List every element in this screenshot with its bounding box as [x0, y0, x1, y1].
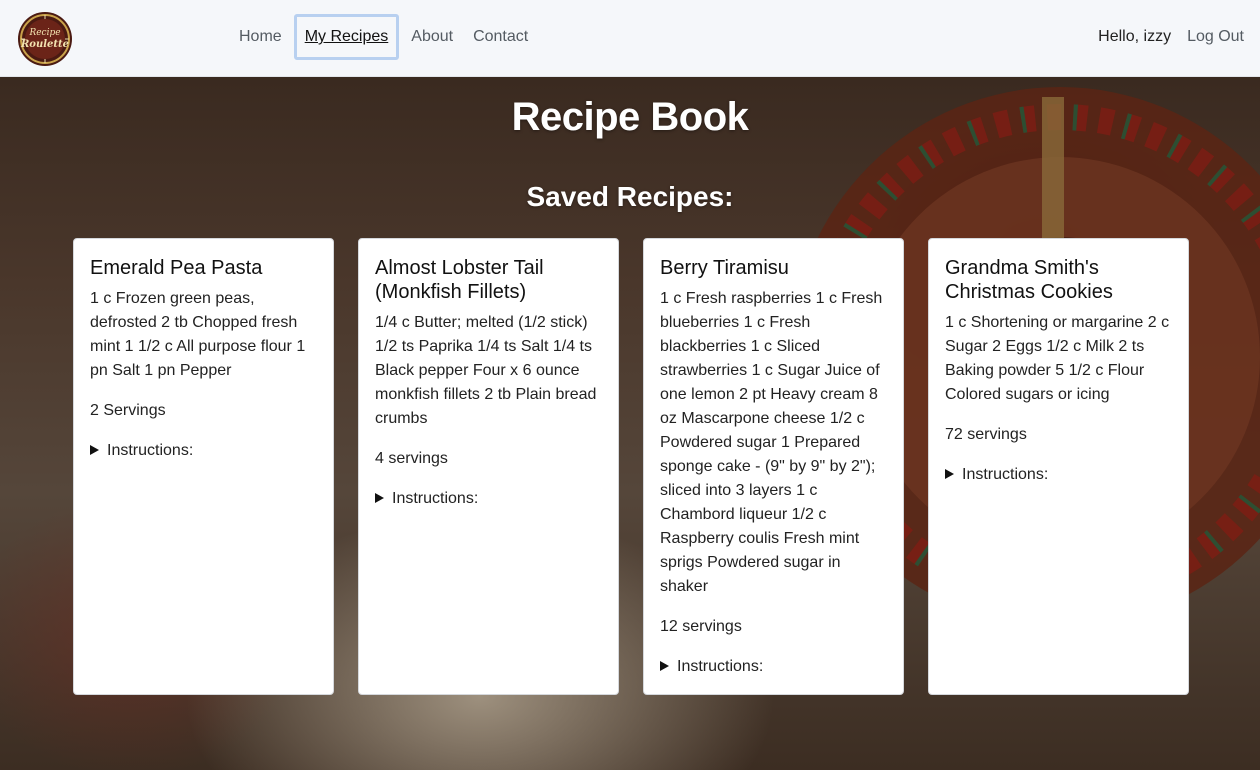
- recipe-title: Grandma Smith's Christmas Cookies: [945, 257, 1113, 303]
- svg-text:Recipe: Recipe: [28, 28, 60, 38]
- recipe-servings: 72 servings: [945, 426, 1027, 443]
- user-area: Hello, izzy Log Out: [1098, 14, 1244, 60]
- recipe-servings: 12 servings: [660, 618, 742, 635]
- svg-text:Roulette: Roulette: [20, 39, 69, 50]
- logout-link[interactable]: Log Out: [1187, 28, 1244, 46]
- page-subtitle: Saved Recipes:: [526, 181, 734, 212]
- instructions-label: Instructions:: [962, 466, 1049, 483]
- instructions-label: Instructions:: [677, 658, 764, 675]
- nav-about[interactable]: About: [401, 14, 463, 60]
- recipe-card: Berry Tiramisu 1 c Fresh raspberries 1 c…: [643, 238, 904, 695]
- instructions-toggle[interactable]: Instructions:: [375, 487, 602, 511]
- disclosure-triangle-icon: [90, 445, 99, 455]
- nav-home[interactable]: Home: [229, 14, 292, 60]
- navbar: Recipe Roulette Home My Recipes About Co…: [0, 0, 1260, 77]
- instructions-toggle[interactable]: Instructions:: [90, 439, 317, 463]
- recipe-card: Emerald Pea Pasta 1 c Frozen green peas,…: [73, 238, 334, 695]
- recipe-ingredients: 1/4 c Butter; melted (1/2 stick) 1/2 ts …: [375, 314, 597, 427]
- page-title: Recipe Book: [511, 95, 749, 139]
- nav-my-recipes[interactable]: My Recipes: [293, 14, 400, 60]
- site-logo[interactable]: Recipe Roulette: [16, 10, 74, 68]
- instructions-label: Instructions:: [392, 490, 479, 507]
- recipe-ingredients: 1 c Shortening or margarine 2 c Sugar 2 …: [945, 314, 1170, 403]
- disclosure-triangle-icon: [660, 661, 669, 671]
- recipe-card: Grandma Smith's Christmas Cookies 1 c Sh…: [928, 238, 1189, 695]
- disclosure-triangle-icon: [375, 493, 384, 503]
- recipe-ingredients: 1 c Fresh raspberries 1 c Fresh blueberr…: [660, 290, 883, 595]
- recipe-ingredients: 1 c Frozen green peas, defrosted 2 tb Ch…: [90, 290, 306, 379]
- recipe-servings: 2 Servings: [90, 402, 166, 419]
- recipe-servings: 4 servings: [375, 450, 448, 467]
- recipe-title: Almost Lobster Tail (Monkfish Fillets): [375, 257, 544, 303]
- instructions-toggle[interactable]: Instructions:: [660, 655, 887, 679]
- recipe-title: Emerald Pea Pasta: [90, 257, 263, 279]
- user-greeting: Hello, izzy: [1098, 28, 1172, 45]
- disclosure-triangle-icon: [945, 469, 954, 479]
- nav-links: Home My Recipes About Contact: [229, 14, 538, 60]
- nav-contact[interactable]: Contact: [463, 14, 538, 60]
- roulette-logo-icon: Recipe Roulette: [18, 12, 72, 66]
- main-content: Recipe Book Saved Recipes: Emerald Pea P…: [0, 77, 1260, 770]
- recipe-card: Almost Lobster Tail (Monkfish Fillets) 1…: [358, 238, 619, 695]
- instructions-label: Instructions:: [107, 442, 194, 459]
- recipe-title: Berry Tiramisu: [660, 257, 789, 279]
- instructions-toggle[interactable]: Instructions:: [945, 463, 1172, 487]
